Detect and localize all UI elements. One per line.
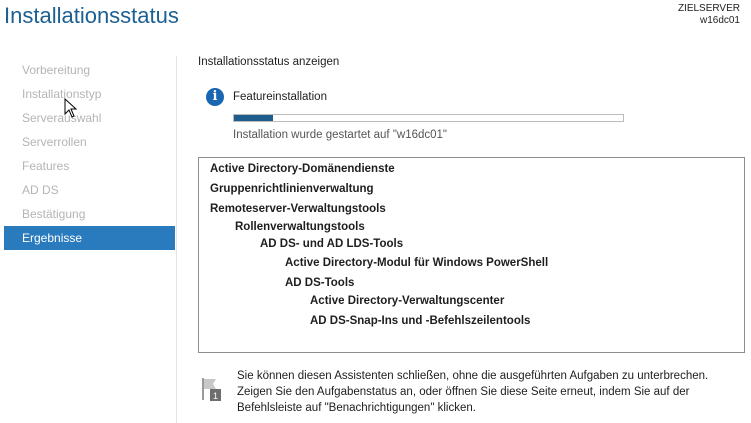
footer-line: Zeigen Sie den Aufgabenstatus an, oder ö… <box>237 386 690 398</box>
progress-fill <box>234 115 273 121</box>
installation-progress-bar <box>233 114 624 122</box>
sidebar-divider <box>176 56 177 423</box>
result-item: Active Directory-Domänendienste <box>210 163 395 175</box>
sidebar-item-vorbereitung[interactable]: Vorbereitung <box>4 58 175 82</box>
result-item: AD DS- und AD LDS-Tools <box>260 238 404 250</box>
target-server-label: ZIELSERVER <box>677 3 740 14</box>
flag-badge-number: 1 <box>213 391 218 401</box>
footer-line: Sie können diesen Assistenten schließen,… <box>237 370 709 382</box>
sidebar-item-bestätigung[interactable]: Bestätigung <box>4 202 175 226</box>
result-item: AD DS-Snap-Ins und -Befehlszeilentools <box>310 315 531 327</box>
feature-installation-label: Featureinstallation <box>233 91 327 103</box>
result-item: Gruppenrichtlinienverwaltung <box>210 183 374 195</box>
result-item: Active Directory-Modul für Windows Power… <box>285 257 549 269</box>
wizard-navigation: Vorbereitung Installationstyp Serverauswah… <box>4 58 175 250</box>
sidebar-item-features[interactable]: Features <box>4 154 175 178</box>
window-title: Installationsstatus <box>4 3 179 28</box>
sidebar-item-serverauswahl[interactable]: Serverauswahl <box>4 106 175 130</box>
results-box[interactable]: Active Directory-Domänendienste Gruppenri… <box>198 157 745 353</box>
result-item: Remoteserver-Verwaltungstools <box>210 203 386 215</box>
result-item: Rollenverwaltungstools <box>235 221 365 233</box>
target-server-name: w16dc01 <box>699 15 740 26</box>
notification-flag-icon: 1 <box>202 378 221 401</box>
installation-status-text: Installation wurde gestartet auf "w16dc0… <box>233 129 448 141</box>
sidebar-item-installationstyp[interactable]: Installationstyp <box>4 82 175 106</box>
sidebar-item-ad-ds[interactable]: AD DS <box>4 178 175 202</box>
target-server: ZIELSERVER w16dc01 <box>678 3 740 27</box>
sidebar-item-serverrollen[interactable]: Serverrollen <box>4 130 175 154</box>
footer-line: Befehlsleiste auf "Benachrichtigungen" k… <box>237 402 476 414</box>
info-icon: i <box>206 88 224 106</box>
mouse-cursor-icon <box>64 98 78 118</box>
footer-hint: Sie können diesen Assistenten schließen,… <box>237 368 742 416</box>
sidebar-item-ergebnisse[interactable]: Ergebnisse <box>4 226 175 250</box>
result-item: AD DS-Tools <box>285 277 355 289</box>
result-item: Active Directory-Verwaltungscenter <box>310 295 505 307</box>
section-label: Installationsstatus anzeigen <box>198 56 340 68</box>
